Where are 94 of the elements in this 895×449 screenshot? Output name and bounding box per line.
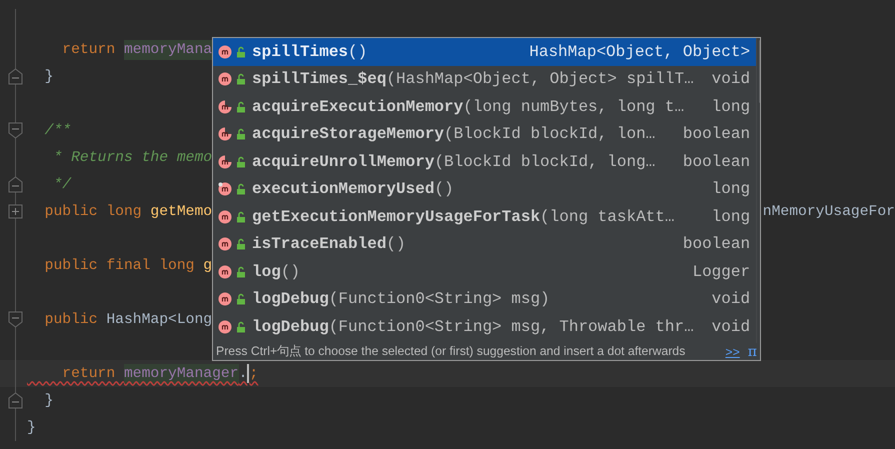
method-name: logDebug — [252, 290, 329, 308]
completion-item[interactable]: acquireUnrollMemory(BlockId blockId, long… boolean — [213, 148, 756, 176]
return-type: Logger — [691, 262, 750, 281]
code-text: . — [238, 364, 248, 384]
completion-item[interactable]: logDebug(Function0<String> msg) void — [213, 286, 756, 313]
method-name: log — [252, 262, 281, 281]
method-icon — [218, 237, 232, 252]
method-params: () — [280, 262, 300, 281]
completion-item[interactable]: getExecutionMemoryUsageForTask(long taskAtt… long — [213, 203, 756, 230]
method-icon — [218, 44, 232, 59]
method-name: spillTimes — [252, 42, 348, 61]
method-params: () — [386, 235, 406, 254]
completion-item[interactable]: spillTimes() HashMap<Object, Object> — [213, 38, 756, 66]
completion-item[interactable]: executionMemoryUsed() long — [213, 176, 756, 203]
method-icon — [218, 264, 232, 279]
code-text: /** — [44, 122, 72, 140]
open-lock-icon — [236, 266, 246, 278]
method-name: acquireExecutionMemory — [252, 98, 464, 116]
return-type: boolean — [682, 152, 750, 171]
code-text: HashMap<Long — [106, 310, 212, 330]
method-name: spillTimes_$eq — [252, 70, 386, 88]
code-text: public — [44, 310, 99, 330]
method-params: (Function0<String> msg, Throwable thr… — [328, 318, 694, 336]
return-type: void — [710, 70, 750, 88]
abstract-method-icon — [218, 100, 232, 114]
open-lock-icon — [236, 320, 246, 333]
code-text: g — [203, 256, 212, 276]
method-icon — [218, 72, 232, 86]
code-text: } — [44, 392, 54, 410]
method-name: isTraceEnabled — [252, 235, 386, 254]
code-text: public final long — [44, 256, 196, 276]
open-lock-icon — [236, 238, 246, 250]
open-lock-icon — [236, 156, 246, 168]
open-lock-icon — [236, 46, 246, 58]
return-type: HashMap<Object, Object> — [528, 42, 750, 61]
return-type: void — [710, 290, 750, 308]
method-icon — [218, 210, 232, 224]
code-text: } — [27, 418, 36, 438]
open-lock-icon — [236, 128, 246, 140]
method-params: (Function0<String> msg) — [328, 290, 550, 308]
completion-item[interactable]: logDebug(Function0<String> msg, Throwable thr… void — [213, 313, 756, 340]
method-params: (HashMap<Object, Object> spillT… — [386, 70, 694, 88]
method-params: () — [434, 180, 454, 198]
more-link[interactable]: >> — [725, 344, 740, 358]
pi-symbol[interactable]: π — [748, 344, 757, 360]
method-name: getExecutionMemoryUsageForTask — [252, 208, 540, 226]
return-type: long — [710, 180, 750, 198]
method-params: (long numBytes, long t… — [463, 98, 684, 116]
method-params: (long taskAtt… — [540, 208, 674, 226]
fold-marker-icon[interactable] — [8, 68, 23, 85]
method-name: acquireStorageMemory — [252, 125, 444, 144]
fold-marker-icon[interactable] — [8, 122, 23, 139]
fold-marker-icon[interactable] — [8, 392, 23, 409]
code-text: memoryManager — [124, 364, 239, 384]
open-lock-icon — [236, 183, 246, 196]
code-text: */ — [52, 176, 72, 194]
method-params: () — [348, 42, 368, 61]
return-type: boolean — [682, 125, 750, 144]
open-lock-icon — [236, 293, 246, 306]
code-text: getMemo — [150, 202, 212, 222]
code-text: nMemoryUsageFor — [762, 204, 895, 220]
completion-item[interactable]: acquireExecutionMemory(long numBytes, long t… long — [213, 93, 756, 120]
code-text: memoryMana — [124, 40, 212, 60]
code-text: } — [44, 68, 54, 86]
open-lock-icon — [236, 210, 246, 223]
method-icon — [218, 320, 232, 334]
abstract-method-icon — [218, 127, 232, 142]
code-text: * Returns the memo — [52, 148, 212, 168]
method-params: (BlockId blockId, lon… — [444, 125, 656, 144]
return-type: boolean — [682, 235, 750, 254]
expand-fold-icon[interactable] — [8, 203, 23, 220]
overriding-method-icon — [218, 182, 232, 196]
method-params: (BlockId blockId, long… — [434, 152, 656, 171]
abstract-method-icon — [218, 154, 232, 169]
method-icon — [218, 292, 232, 306]
completion-item[interactable]: log() Logger — [213, 258, 756, 286]
completion-item[interactable]: spillTimes_$eq(HashMap<Object, Object> spillT… void — [213, 66, 756, 93]
hint-text: Press Ctrl+句点 to choose the selected (or first) suggestion and insert a dot afterwards — [216, 343, 686, 360]
fold-marker-icon[interactable] — [8, 311, 23, 328]
code-text: ; — [249, 364, 258, 384]
code-text: public long — [44, 202, 143, 222]
method-name: executionMemoryUsed — [252, 180, 434, 198]
open-lock-icon — [236, 100, 246, 113]
fold-marker-icon[interactable] — [8, 176, 23, 193]
return-type: long — [710, 208, 750, 226]
code-text: return — [61, 40, 116, 60]
return-type: void — [710, 318, 750, 336]
return-type: long — [710, 98, 750, 116]
completion-item[interactable]: acquireStorageMemory(BlockId blockId, lon… boolean — [213, 120, 756, 148]
method-name: logDebug — [252, 318, 329, 336]
method-name: acquireUnrollMemory — [252, 152, 434, 171]
open-lock-icon — [236, 73, 246, 86]
code-text: return — [61, 364, 116, 384]
completion-item[interactable]: isTraceEnabled() boolean — [213, 230, 756, 258]
